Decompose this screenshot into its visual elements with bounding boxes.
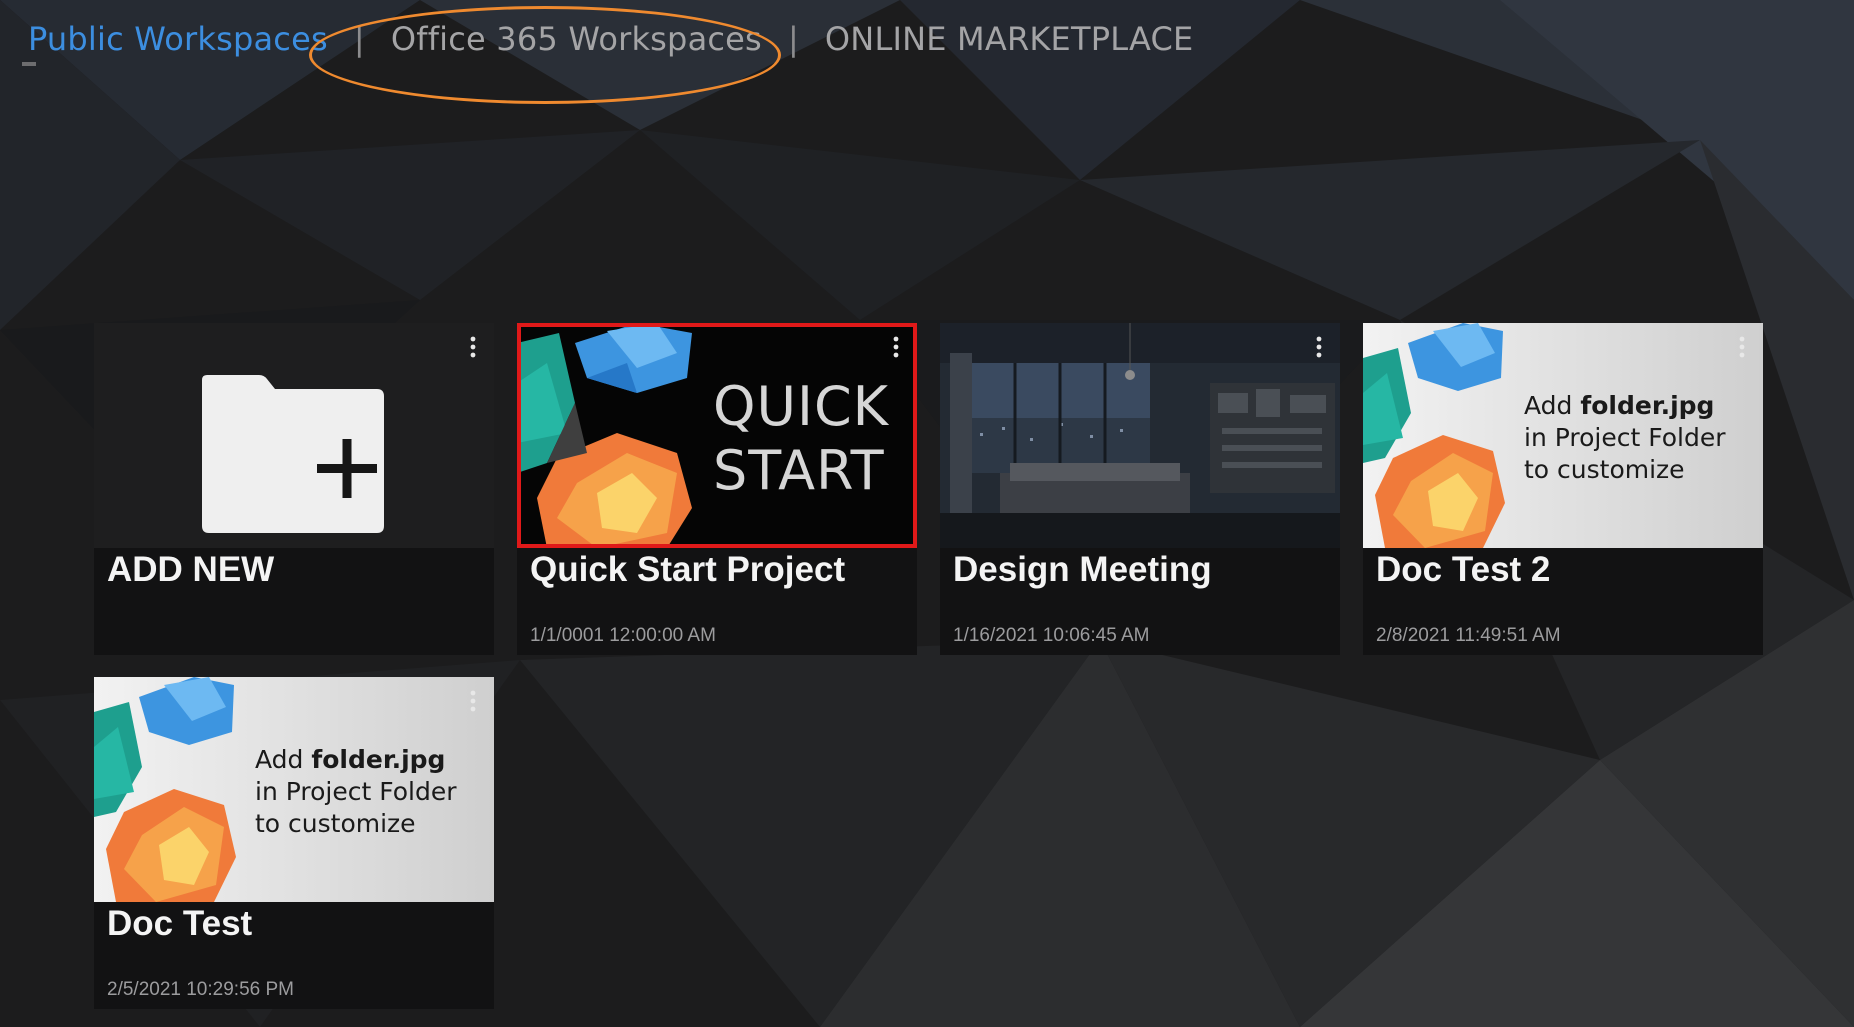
more-options-icon[interactable] <box>465 689 481 715</box>
more-options-icon[interactable] <box>1311 335 1327 361</box>
card-thumbnail <box>940 323 1340 548</box>
card-date: 1/16/2021 10:06:45 AM <box>953 625 1150 646</box>
card-date: 2/8/2021 11:49:51 AM <box>1376 625 1561 646</box>
more-options-icon[interactable] <box>1734 335 1750 361</box>
project-card-design-meeting[interactable]: Design Meeting 1/16/2021 10:06:45 AM <box>940 323 1340 655</box>
card-date: 1/1/0001 12:00:00 AM <box>530 625 716 646</box>
thumbnail-caption: Add folder.jpg in Project Folder to cust… <box>1524 391 1726 484</box>
thumbnail-caption: QUICK START <box>713 375 890 502</box>
folder-plus-icon <box>202 375 384 533</box>
card-title: Doc Test 2 <box>1376 550 1551 589</box>
room-photo <box>940 323 1340 548</box>
project-card-quick-start[interactable]: QUICK START Quick Start Project 1/1/0001… <box>517 323 917 655</box>
card-title: Doc Test <box>107 904 253 943</box>
card-thumbnail: QUICK START <box>517 323 917 548</box>
card-title: Quick Start Project <box>530 550 846 589</box>
card-title: ADD NEW <box>107 550 275 589</box>
card-title: Design Meeting <box>953 550 1212 589</box>
more-options-icon[interactable] <box>465 335 481 361</box>
project-card-doc-test[interactable]: Add folder.jpg in Project Folder to cust… <box>94 677 494 1009</box>
nav-separator: | <box>353 20 365 58</box>
card-date: 2/5/2021 10:29:56 PM <box>107 979 294 1000</box>
more-options-icon[interactable] <box>888 335 904 361</box>
add-new-card[interactable]: ADD NEW <box>94 323 494 655</box>
thumbnail-caption: Add folder.jpg in Project Folder to cust… <box>255 745 457 838</box>
tab-public-workspaces[interactable]: Public Workspaces <box>28 20 328 58</box>
card-thumbnail: Add folder.jpg in Project Folder to cust… <box>94 677 494 902</box>
card-thumbnail <box>94 323 494 548</box>
workspace-nav: Public Workspaces | Office 365 Workspace… <box>28 14 1193 64</box>
nav-separator: | <box>787 20 799 58</box>
tab-online-marketplace[interactable]: ONLINE MARKETPLACE <box>825 20 1194 58</box>
active-tab-indicator <box>22 62 36 66</box>
card-thumbnail: Add folder.jpg in Project Folder to cust… <box>1363 323 1763 548</box>
tab-office-365-workspaces[interactable]: Office 365 Workspaces <box>391 20 762 58</box>
project-card-doc-test-2[interactable]: Add folder.jpg in Project Folder to cust… <box>1363 323 1763 655</box>
